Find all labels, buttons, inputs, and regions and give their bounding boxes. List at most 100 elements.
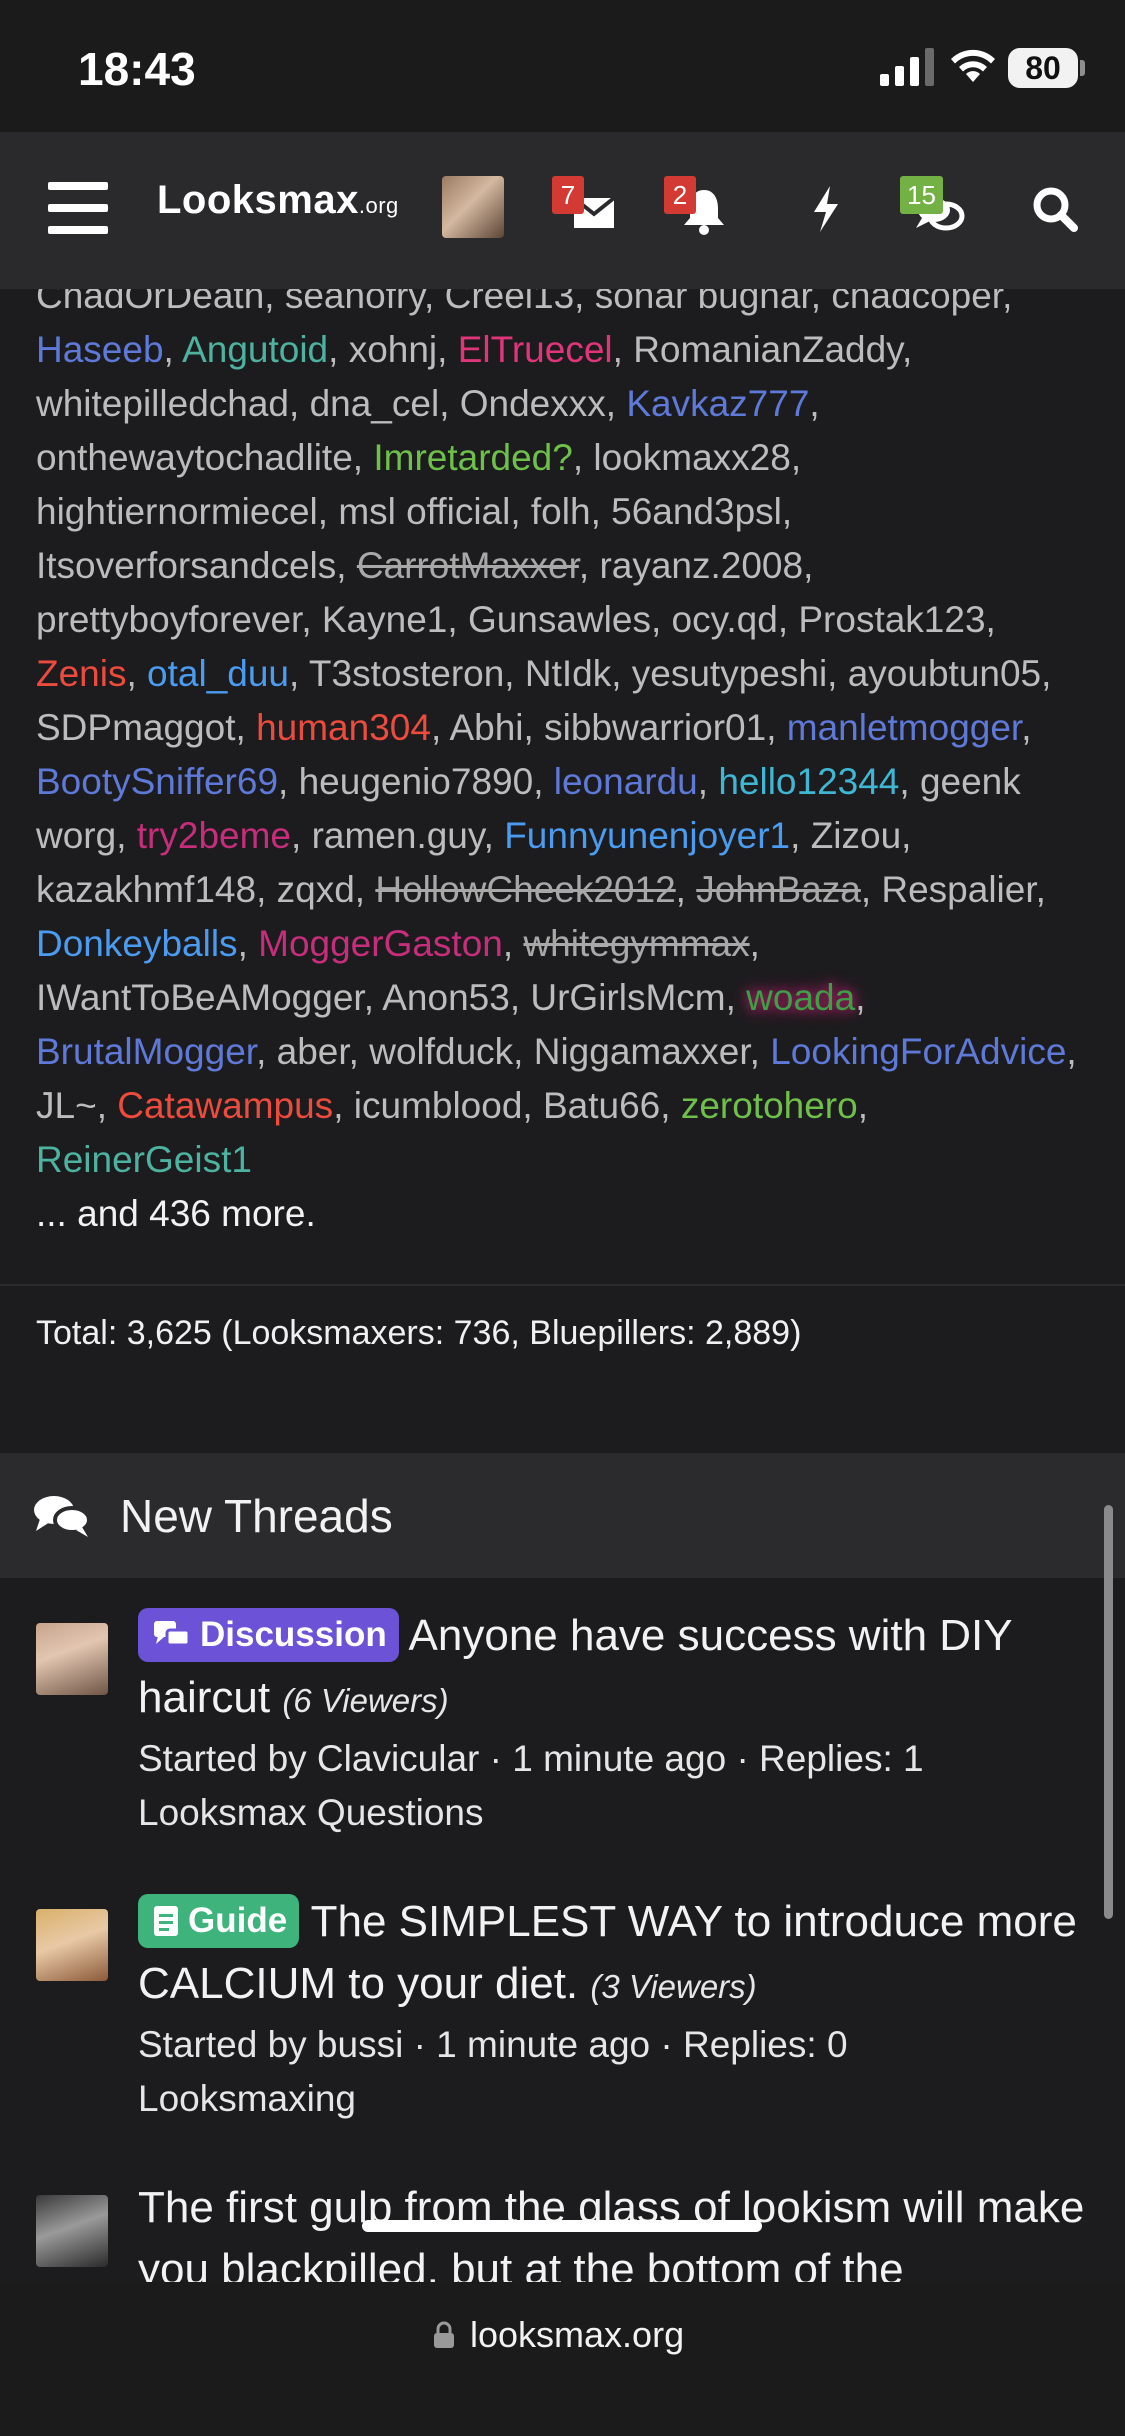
separator: , (612, 329, 634, 370)
online-user-link[interactable]: heugenio7890 (299, 761, 534, 802)
online-user-link[interactable]: human304 (256, 707, 431, 748)
online-user-link[interactable]: Catawampus (117, 1085, 333, 1126)
online-user-link[interactable]: BootySniffer69 (36, 761, 278, 802)
online-user-link[interactable]: Anon53 (382, 977, 510, 1018)
online-user-link[interactable]: IWantToBeAMogger (36, 977, 364, 1018)
thread-forum[interactable]: Looksmax Questions (138, 1786, 1088, 1840)
online-user-link[interactable]: aber (277, 1031, 349, 1072)
thread-meta: Started by Clavicular · 1 minute ago · R… (138, 1738, 924, 1779)
online-user-link[interactable]: Prostak123 (798, 599, 985, 640)
online-user-link[interactable]: whitegymmax (523, 923, 749, 964)
online-user-link[interactable]: HollowCheek2012 (375, 869, 675, 910)
online-user-link[interactable]: Gunsawles (468, 599, 651, 640)
online-user-link[interactable]: sonar bugnar (595, 289, 811, 316)
online-user-link[interactable]: MoggerGaston (258, 923, 503, 964)
online-user-link[interactable]: ramen.guy (312, 815, 484, 856)
separator: , (578, 545, 600, 586)
search-button[interactable] (1020, 172, 1090, 242)
online-user-link[interactable]: ReinerGeist1 (36, 1139, 252, 1180)
online-user-link[interactable]: yesutypeshi (632, 653, 827, 694)
online-user-link[interactable]: dna_cel (310, 383, 440, 424)
online-user-link[interactable]: onthewaytochadlite (36, 437, 353, 478)
online-user-link[interactable]: wolfduck (369, 1031, 513, 1072)
online-user-link[interactable]: ocy.qd (672, 599, 778, 640)
user-avatar[interactable] (442, 176, 504, 238)
online-user-link[interactable]: Donkeyballs (36, 923, 238, 964)
more-members-text[interactable]: ... and 436 more. (36, 1187, 1089, 1241)
online-user-link[interactable]: NtIdk (525, 653, 611, 694)
separator: , (502, 923, 524, 964)
online-user-link[interactable]: Funnyunenjoyer1 (504, 815, 790, 856)
online-user-link[interactable]: JL~ (36, 1085, 97, 1126)
browser-url-bar[interactable]: looksmax.org (0, 2282, 1125, 2436)
online-user-link[interactable]: ChadOrDeath (36, 289, 264, 316)
online-user-link[interactable]: seanofry (285, 289, 424, 316)
online-user-link[interactable]: xohnj (349, 329, 437, 370)
online-user-link[interactable]: whitepilledchad (36, 383, 289, 424)
discussion-icon (154, 1621, 191, 1647)
online-user-link[interactable]: SDPmaggot (36, 707, 236, 748)
logo-main: Looksmax (157, 178, 359, 222)
inbox-button[interactable]: 7 (552, 172, 622, 242)
online-user-link[interactable]: Itsoverforsandcels (36, 545, 336, 586)
online-user-link[interactable]: Haseeb (36, 329, 164, 370)
online-user-link[interactable]: T3stosteron (309, 653, 504, 694)
online-user-link[interactable]: 56and3psl (611, 491, 782, 532)
online-user-link[interactable]: Niggamaxxer (534, 1031, 750, 1072)
url-text[interactable]: looksmax.org (470, 2314, 684, 2356)
separator: , (237, 923, 259, 964)
online-user-link[interactable]: Imretarded? (373, 437, 573, 478)
online-user-link[interactable]: zerotohero (681, 1085, 858, 1126)
thread-author-avatar[interactable] (36, 1623, 108, 1695)
thread-forum[interactable]: Looksmaxing (138, 2072, 1088, 2126)
online-user-link[interactable]: Batu66 (543, 1085, 660, 1126)
online-user-link[interactable]: chadcoper (831, 289, 1002, 316)
online-user-link[interactable]: JohnBaza (696, 869, 861, 910)
online-user-link[interactable]: Creel13 (445, 289, 575, 316)
online-user-link[interactable]: hightiernormiecel (36, 491, 318, 532)
online-user-link[interactable]: BrutalMogger (36, 1031, 256, 1072)
online-user-link[interactable]: lookmaxx28 (593, 437, 790, 478)
alerts-button[interactable]: 2 (664, 172, 734, 242)
online-user-link[interactable]: hello12344 (718, 761, 899, 802)
online-user-link[interactable]: CarrotMaxxer (357, 545, 579, 586)
site-logo[interactable]: Looksmax.org (157, 178, 399, 223)
online-user-link[interactable]: try2beme (137, 815, 291, 856)
online-user-link[interactable]: kazakhmf148 (36, 869, 256, 910)
online-user-link[interactable]: otal_duu (147, 653, 289, 694)
online-user-link[interactable]: sibbwarrior01 (544, 707, 766, 748)
online-user-link[interactable]: zqxd (277, 869, 355, 910)
online-user-link[interactable]: Zizou (811, 815, 901, 856)
menu-icon[interactable] (48, 182, 108, 234)
thread-prefix-label[interactable]: Discussion (138, 1608, 399, 1662)
thread-author-avatar[interactable] (36, 1909, 108, 1981)
online-user-link[interactable]: leonardu (554, 761, 698, 802)
online-user-link[interactable]: folh (531, 491, 591, 532)
new-threads-header[interactable]: New Threads (0, 1453, 1125, 1578)
online-user-link[interactable]: Kayne1 (322, 599, 448, 640)
scrollbar[interactable] (1104, 1505, 1113, 1919)
online-user-link[interactable]: prettyboyforever (36, 599, 301, 640)
thread-prefix-label[interactable]: Guide (138, 1894, 300, 1948)
online-user-link[interactable]: ayoubtun05 (848, 653, 1041, 694)
online-user-link[interactable]: rayanz.2008 (599, 545, 803, 586)
online-user-link[interactable]: UrGirlsMcm (530, 977, 725, 1018)
online-user-link[interactable]: Abhi (449, 707, 523, 748)
online-user-link[interactable]: icumblood (354, 1085, 523, 1126)
home-indicator[interactable] (362, 2220, 762, 2232)
online-user-link[interactable]: manletmogger (787, 707, 1021, 748)
online-user-link[interactable]: Kavkaz777 (626, 383, 809, 424)
online-user-link[interactable]: LookingForAdvice (770, 1031, 1066, 1072)
online-user-link[interactable]: msl official (338, 491, 510, 532)
online-user-link[interactable]: RomanianZaddy (633, 329, 902, 370)
online-user-link[interactable]: Zenis (36, 653, 126, 694)
thread-title[interactable]: The first gulp from the glass of lookism… (138, 2183, 1084, 2282)
online-user-link[interactable]: Angutoid (182, 329, 328, 370)
whats-new-button[interactable] (790, 172, 860, 242)
online-user-link[interactable]: ElTruecel (458, 329, 613, 370)
online-user-link[interactable]: woada (746, 977, 855, 1018)
online-user-link[interactable]: Respalier (881, 869, 1035, 910)
conversations-button[interactable]: 15 (900, 172, 970, 242)
online-user-link[interactable]: Ondexxx (460, 383, 606, 424)
thread-author-avatar[interactable] (36, 2195, 108, 2267)
